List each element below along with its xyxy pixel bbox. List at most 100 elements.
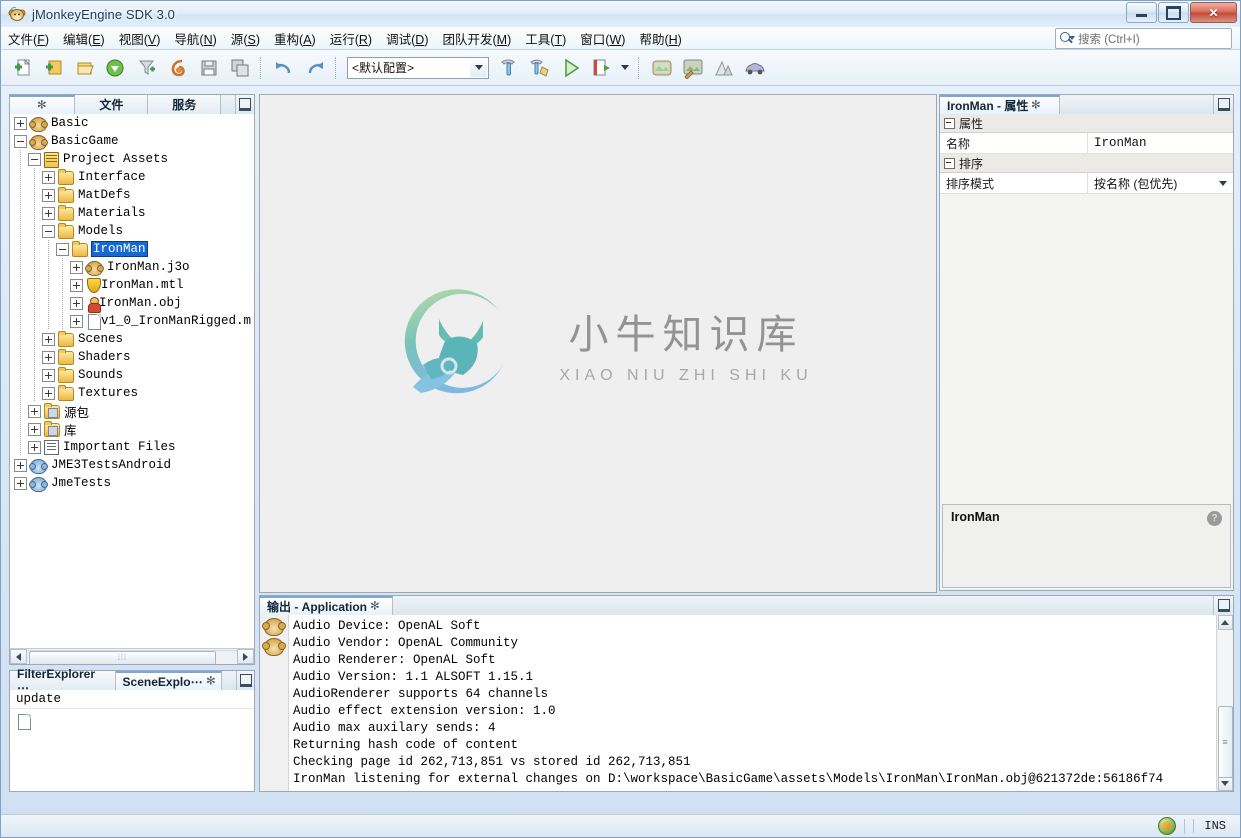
undo-redo-group-button[interactable]: [163, 53, 192, 82]
tree-row[interactable]: Basic: [10, 114, 254, 132]
expand-icon[interactable]: [42, 332, 55, 346]
help-icon[interactable]: ?: [1207, 511, 1222, 526]
output-vscrollbar[interactable]: ≡: [1216, 615, 1233, 791]
minimize-panel-icon[interactable]: [1213, 95, 1233, 114]
collapse-icon[interactable]: [28, 152, 41, 166]
minimize-button[interactable]: [1126, 2, 1157, 23]
tab-scene-explorer[interactable]: SceneExplo⋯ ✻: [115, 671, 223, 690]
collapse-icon[interactable]: [944, 117, 955, 129]
save-all-button[interactable]: [225, 53, 254, 82]
tree-row[interactable]: MatDefs: [10, 186, 254, 204]
collapse-icon[interactable]: [56, 242, 69, 256]
menu-refactor[interactable]: 重构(A): [267, 27, 323, 50]
tree-row[interactable]: IronMan.mtl: [10, 276, 254, 294]
vehicle-editor-button[interactable]: [740, 53, 769, 82]
expand-icon[interactable]: [28, 422, 41, 436]
tree-row[interactable]: Textures: [10, 384, 254, 402]
terrain-editor-button[interactable]: [678, 53, 707, 82]
property-row[interactable]: 名称 IronMan: [940, 133, 1233, 154]
vscroll-thumb[interactable]: ≡: [1217, 705, 1233, 778]
tree-row[interactable]: Models: [10, 222, 254, 240]
property-group-header[interactable]: 排序: [940, 154, 1233, 173]
clean-build-button[interactable]: [525, 53, 554, 82]
explorer-hscrollbar[interactable]: ⦙⦙⦙: [10, 648, 254, 664]
expand-icon[interactable]: [14, 458, 27, 472]
filter-button[interactable]: [132, 53, 161, 82]
save-button[interactable]: [194, 53, 223, 82]
tree-row[interactable]: Materials: [10, 204, 254, 222]
output-log[interactable]: Audio Device: OpenAL Soft Audio Vendor: …: [289, 615, 1216, 791]
tree-row[interactable]: 库: [10, 420, 254, 438]
collapse-icon[interactable]: [14, 134, 27, 148]
open-project-button[interactable]: [70, 53, 99, 82]
vscroll-track[interactable]: ≡: [1217, 630, 1233, 778]
expand-icon[interactable]: [28, 404, 41, 418]
menu-debug[interactable]: 调试(D): [379, 27, 435, 50]
new-project-button[interactable]: [39, 53, 68, 82]
config-combo[interactable]: <默认配置>: [347, 56, 489, 79]
menu-team[interactable]: 团队开发(M): [435, 27, 518, 50]
search-input[interactable]: 搜索 (Ctrl+I): [1055, 28, 1232, 49]
expand-icon[interactable]: [42, 170, 55, 184]
expand-icon[interactable]: [70, 296, 83, 310]
property-group-header[interactable]: 属性: [940, 114, 1233, 133]
hscroll-track[interactable]: ⦙⦙⦙: [27, 649, 237, 664]
chevron-down-icon[interactable]: [470, 58, 487, 77]
scene-composer-button[interactable]: [647, 53, 676, 82]
tab-services[interactable]: 服务: [148, 95, 222, 114]
expand-icon[interactable]: [70, 314, 83, 328]
maximize-button[interactable]: [1158, 2, 1189, 23]
close-icon[interactable]: ✻: [206, 675, 215, 687]
expand-icon[interactable]: [70, 260, 83, 274]
undo-button[interactable]: [269, 53, 298, 82]
menu-run[interactable]: 运行(R): [323, 27, 379, 50]
expand-icon[interactable]: [70, 278, 83, 292]
expand-icon[interactable]: [42, 188, 55, 202]
tree-row[interactable]: JmeTests: [10, 474, 254, 492]
arrow-up-icon[interactable]: [1217, 615, 1233, 630]
redo-button[interactable]: [300, 53, 329, 82]
scene-explorer-node[interactable]: [10, 709, 254, 733]
arrow-left-icon[interactable]: [10, 649, 27, 664]
menu-tools[interactable]: 工具(T): [518, 27, 573, 50]
new-file-button[interactable]: [8, 53, 37, 82]
close-icon[interactable]: ✻: [370, 600, 379, 612]
expand-icon[interactable]: [42, 368, 55, 382]
chevron-down-icon[interactable]: [1219, 180, 1227, 186]
arrow-right-icon[interactable]: [237, 649, 254, 664]
tab-properties[interactable]: IronMan - 属性 ✻: [940, 95, 1060, 114]
minimize-panel-icon[interactable]: [236, 671, 254, 690]
property-value-combo[interactable]: 按名称 (包优先): [1088, 173, 1233, 193]
menu-view[interactable]: 视图(V): [112, 27, 168, 50]
tree-row[interactable]: v1_0_IronManRigged.m: [10, 312, 254, 330]
debug-button[interactable]: [587, 53, 616, 82]
property-row[interactable]: 排序模式 按名称 (包优先): [940, 173, 1233, 194]
debug-dropdown-button[interactable]: [618, 53, 632, 82]
tree-row-selected[interactable]: IronMan: [10, 240, 254, 258]
scene-explorer-body[interactable]: update: [10, 690, 254, 791]
list-item[interactable]: update: [10, 690, 254, 709]
tab-output[interactable]: 输出 - Application ✻: [260, 596, 393, 615]
editor-canvas[interactable]: 小牛知识库 XIAO NIU ZHI SHI KU: [259, 94, 937, 593]
expand-icon[interactable]: [28, 440, 41, 454]
minimize-panel-icon[interactable]: [235, 95, 254, 114]
arrow-down-icon[interactable]: [1217, 776, 1233, 791]
refresh-globe-icon[interactable]: [1158, 817, 1177, 835]
tree-row[interactable]: Shaders: [10, 348, 254, 366]
collapse-icon[interactable]: [42, 224, 55, 238]
expand-icon[interactable]: [42, 386, 55, 400]
terrain-button[interactable]: [709, 53, 738, 82]
minimize-panel-icon[interactable]: [1213, 596, 1233, 615]
tree-row[interactable]: Sounds: [10, 366, 254, 384]
menu-navigate[interactable]: 导航(N): [167, 27, 223, 50]
expand-icon[interactable]: [42, 206, 55, 220]
expand-icon[interactable]: [42, 350, 55, 364]
menu-source[interactable]: 源(S): [224, 27, 267, 50]
tree-row[interactable]: IronMan.j3o: [10, 258, 254, 276]
tree-row[interactable]: IronMan.obj: [10, 294, 254, 313]
build-button[interactable]: [494, 53, 523, 82]
tab-filter-explorer[interactable]: FilterExplorer ⋯: [10, 667, 116, 695]
property-value[interactable]: IronMan: [1088, 133, 1233, 153]
menu-file[interactable]: 文件(F): [1, 27, 56, 50]
collapse-icon[interactable]: [944, 157, 955, 169]
